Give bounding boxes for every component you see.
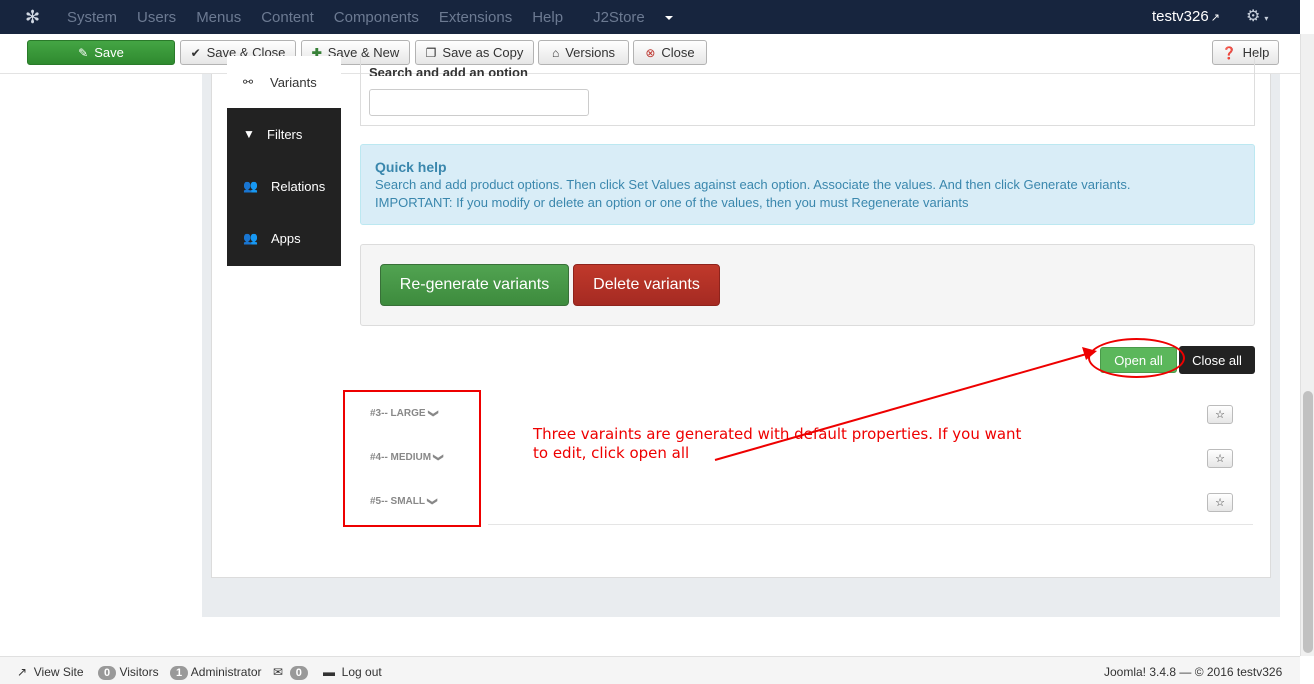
annotation-highlight-box [343, 390, 481, 527]
sitemap-icon: ⚯ [243, 75, 254, 89]
option-search-label: Search and add an option [369, 65, 528, 76]
main-menu: System Users Menus Content Components Ex… [57, 0, 693, 34]
default-star-button[interactable]: ☆ [1207, 493, 1233, 512]
external-link-icon: ↗ [17, 665, 28, 679]
menu-content[interactable]: Content [261, 9, 314, 26]
quick-help-title: Quick help [375, 159, 447, 175]
close-all-button[interactable]: Close all [1179, 346, 1255, 374]
menu-menus[interactable]: Menus [196, 9, 241, 26]
admin-label: Administrator [190, 665, 262, 679]
logout-link[interactable]: ▬ Log out [323, 665, 382, 679]
menu-system[interactable]: System [67, 9, 117, 26]
quick-help-line1: Search and add product options. Then cli… [375, 177, 1131, 192]
default-star-button[interactable]: ☆ [1207, 405, 1233, 424]
menu-users[interactable]: Users [137, 9, 176, 26]
tab-apps[interactable]: 👥 Apps [227, 212, 341, 264]
quick-help-alert: Quick help Search and add product option… [360, 144, 1255, 225]
view-site-link[interactable]: ↗ View Site [17, 665, 84, 679]
star-icon: ☆ [1215, 453, 1225, 465]
tabs-list: ▼ Filters 👥 Relations 👥 Apps [227, 108, 341, 266]
filter-icon: ▼ [243, 127, 255, 141]
chevron-down-icon [664, 15, 673, 20]
version-footer: Joomla! 3.4.8 — © 2016 testv326 [1104, 665, 1283, 679]
external-link-icon: ↗ [1210, 12, 1220, 24]
tab-variants[interactable]: ⚯ Variants [227, 56, 341, 108]
save-label: Save [94, 45, 124, 60]
option-search-input[interactable] [369, 89, 589, 116]
divider [488, 524, 1253, 525]
menu-j2store[interactable]: J2Store [583, 9, 683, 26]
quick-help-line2: IMPORTANT: If you modify or delete an op… [375, 195, 969, 210]
delete-variants-button[interactable]: Delete variants [573, 264, 720, 306]
top-navbar: ✻ System Users Menus Content Components … [0, 0, 1300, 34]
users-icon: 👥 [243, 231, 258, 245]
menu-components[interactable]: Components [334, 9, 419, 26]
menu-help[interactable]: Help [532, 9, 563, 26]
tab-relations-label: Relations [271, 179, 326, 194]
check-icon: ✔ [190, 45, 201, 60]
default-star-button[interactable]: ☆ [1207, 449, 1233, 468]
envelope-icon: ✉ [273, 665, 284, 679]
users-icon: 👥 [243, 179, 258, 193]
status-bar: ↗ View Site 0 Visitors 1 Administrator ✉… [0, 656, 1300, 684]
joomla-logo-icon[interactable]: ✻ [25, 7, 45, 27]
view-site-label: View Site [33, 665, 84, 679]
scrollbar[interactable] [1300, 34, 1314, 656]
user-menu[interactable]: testv326 ↗ [1152, 8, 1220, 25]
annotation-text: Three varaints are generated with defaul… [533, 425, 1022, 462]
save-button[interactable]: ✎ Save [27, 40, 175, 65]
tab-apps-label: Apps [271, 231, 301, 246]
minus-icon: ▬ [323, 665, 335, 679]
user-name: testv326 [1152, 8, 1209, 25]
star-icon: ☆ [1215, 409, 1225, 421]
visitors-count-badge: 0 [98, 666, 117, 680]
messages-status[interactable]: ✉ 0 [273, 665, 308, 680]
admin-count-badge: 1 [170, 666, 189, 680]
visitors-status: 0 Visitors [98, 665, 159, 680]
messages-count-badge: 0 [289, 666, 308, 680]
visitors-label: Visitors [119, 665, 159, 679]
admin-status: 1 Administrator [170, 665, 261, 680]
scrollbar-thumb[interactable] [1303, 391, 1313, 653]
tab-filters[interactable]: ▼ Filters [227, 108, 341, 160]
tab-variants-label: Variants [270, 75, 317, 90]
tab-relations[interactable]: 👥 Relations [227, 160, 341, 212]
gear-icon[interactable]: ⚙ ▾ [1246, 6, 1268, 26]
logout-label: Log out [341, 665, 382, 679]
menu-j2store-label: J2Store [593, 8, 645, 26]
star-icon: ☆ [1215, 497, 1225, 509]
regenerate-variants-button[interactable]: Re-generate variants [380, 264, 569, 306]
annotation-highlight-ellipse [1088, 338, 1185, 378]
edit-icon: ✎ [78, 45, 89, 60]
menu-extensions[interactable]: Extensions [439, 9, 512, 26]
tab-filters-label: Filters [267, 127, 303, 142]
